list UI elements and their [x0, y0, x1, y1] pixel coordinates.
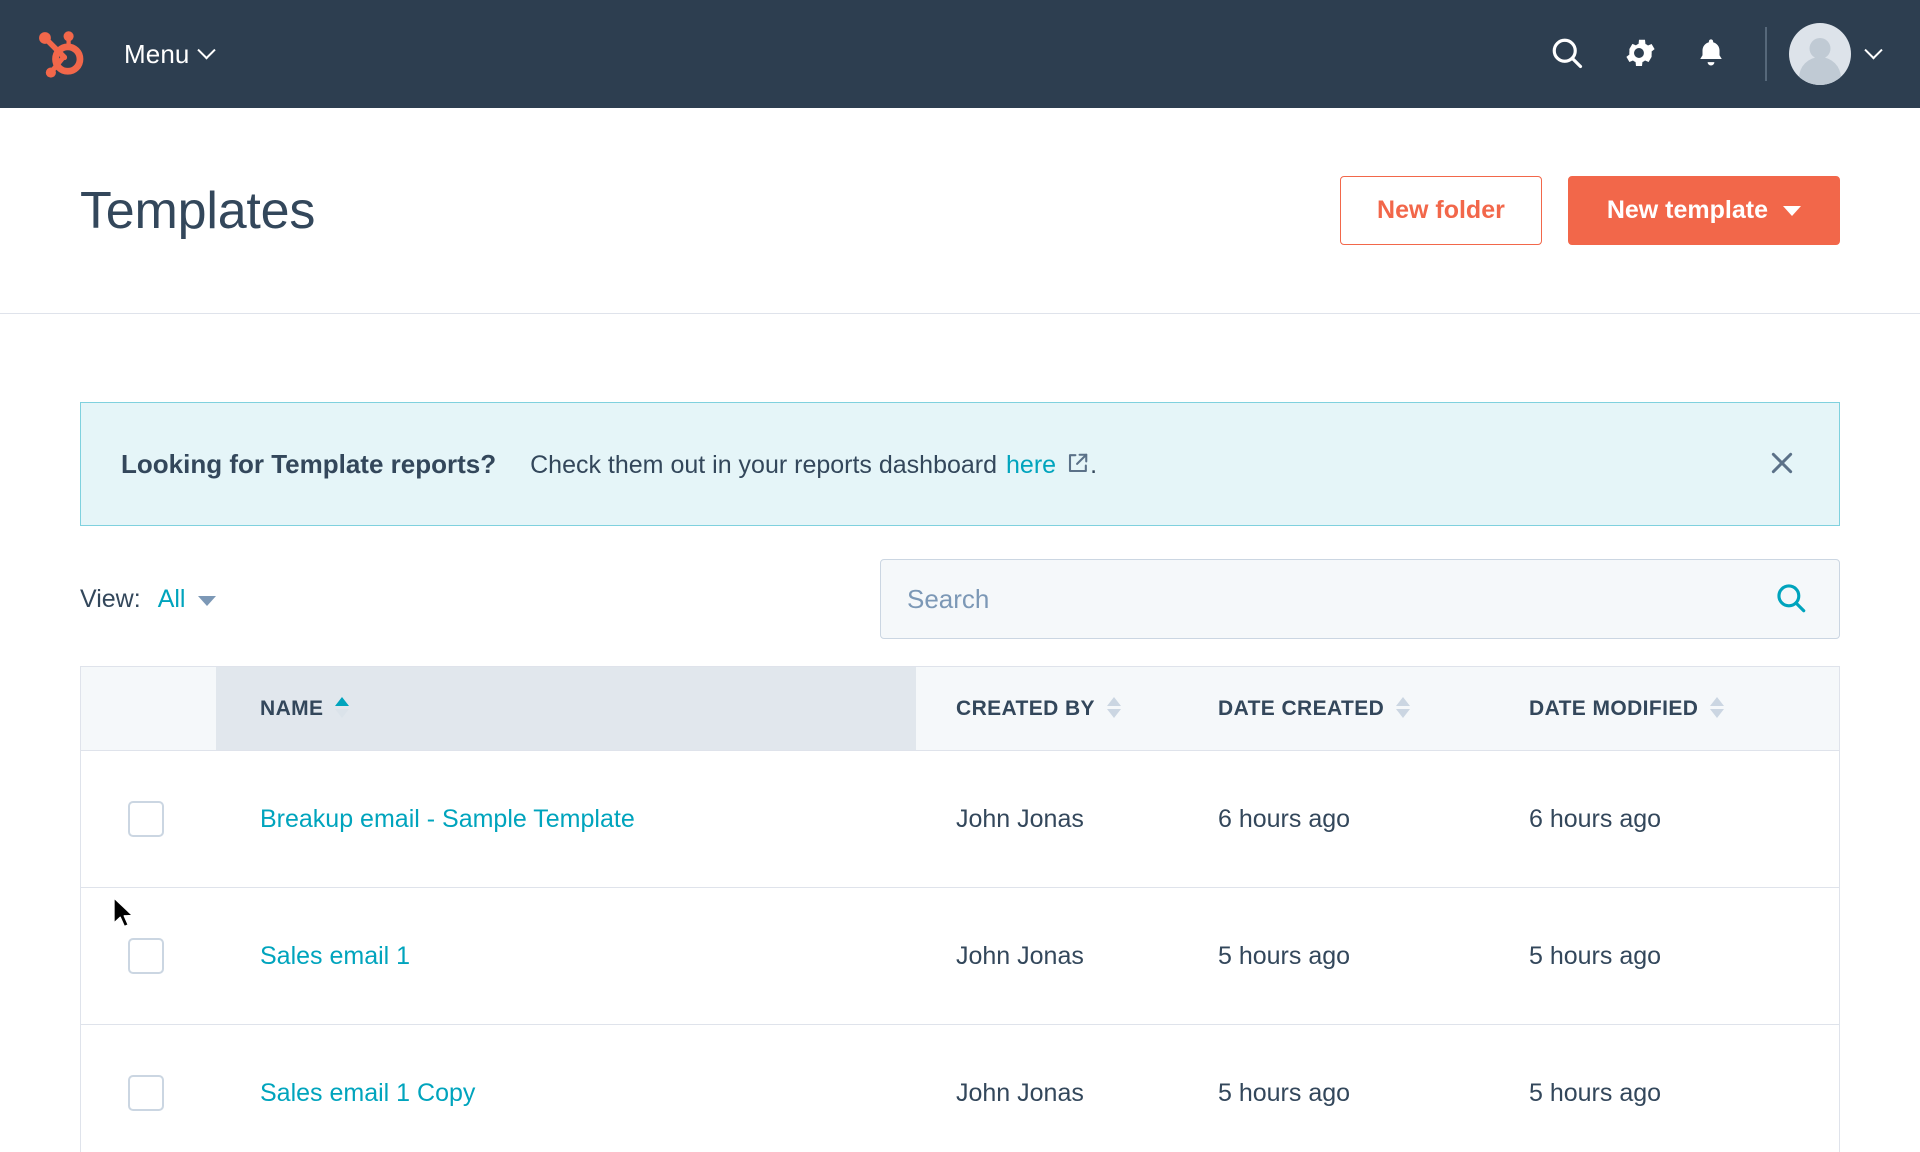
banner-close-button[interactable] [1759, 441, 1805, 487]
caret-down-icon [1783, 205, 1801, 216]
column-header-date-created[interactable]: DATE CREATED [1206, 667, 1511, 750]
table-row[interactable]: Breakup email - Sample Template John Jon… [81, 751, 1839, 888]
search-icon [1549, 35, 1585, 74]
view-filter: View: All [80, 584, 217, 614]
page-title: Templates [80, 181, 316, 240]
row-date-modified-cell: 6 hours ago [1529, 804, 1662, 833]
hubspot-sprocket-logo[interactable] [30, 23, 92, 85]
page-header: Templates New folder New template [0, 108, 1920, 314]
sort-desc-icon [1710, 709, 1725, 718]
sort-asc-icon [335, 697, 350, 706]
close-icon [1766, 447, 1798, 482]
row-checkbox[interactable] [127, 801, 164, 837]
row-created-by-cell: John Jonas [956, 1078, 1084, 1107]
template-name-link[interactable]: Sales email 1 Copy [260, 1079, 475, 1108]
row-date-created-cell: 6 hours ago [1218, 804, 1351, 833]
column-label-date-modified: DATE MODIFIED [1529, 696, 1699, 720]
chevron-down-icon [1864, 40, 1883, 59]
sort-arrows-created-by[interactable] [1106, 697, 1121, 718]
table-header-row: NAME CREATED BY DATE CREATED DATE MODIFI… [81, 667, 1839, 751]
avatar [1789, 23, 1851, 85]
search-submit-button[interactable] [1769, 577, 1813, 621]
view-selected-value: All [157, 584, 186, 613]
column-header-name[interactable]: NAME [216, 667, 916, 750]
select-all-header [81, 667, 216, 750]
sort-asc-icon [1710, 697, 1725, 706]
view-label: View: [80, 584, 141, 613]
bell-icon [1694, 36, 1728, 73]
column-header-created-by[interactable]: CREATED BY [916, 667, 1206, 750]
caret-down-icon [198, 596, 217, 606]
filter-row: View: All [80, 558, 1840, 640]
column-header-date-modified[interactable]: DATE MODIFIED [1511, 667, 1839, 750]
gear-icon [1621, 35, 1657, 74]
row-name-cell: Sales email 1 [216, 942, 916, 971]
row-checkbox[interactable] [127, 938, 164, 974]
search-input[interactable] [907, 560, 1769, 638]
header-actions: New folder New template [1340, 176, 1840, 245]
new-template-label: New template [1606, 196, 1768, 224]
avatar-head [1809, 38, 1831, 59]
new-template-button[interactable]: New template [1567, 176, 1840, 245]
banner-trailing-text: . [1090, 451, 1098, 479]
banner-here-link[interactable]: here [1006, 451, 1056, 480]
sort-desc-icon [1396, 709, 1411, 718]
row-checkbox-cell [81, 801, 216, 837]
row-date-created-cell: 5 hours ago [1218, 941, 1351, 970]
external-link-icon [1065, 451, 1090, 483]
column-label-name: NAME [260, 696, 324, 720]
menu-dropdown-button[interactable]: Menu [120, 33, 217, 76]
row-date-modified-cell: 5 hours ago [1529, 1078, 1662, 1107]
avatar-body [1799, 57, 1841, 85]
sort-arrows-date-modified[interactable] [1710, 697, 1725, 718]
settings-gear-button[interactable] [1603, 18, 1675, 90]
template-name-link[interactable]: Breakup email - Sample Template [260, 805, 635, 834]
menu-label: Menu [124, 38, 190, 69]
row-created-by-cell: John Jonas [956, 941, 1084, 970]
row-date-modified-cell: 5 hours ago [1529, 941, 1662, 970]
banner-body: Check them out in your reports dashboard… [530, 448, 1097, 480]
template-reports-banner: Looking for Template reports? Check them… [80, 402, 1840, 526]
notifications-bell-button[interactable] [1675, 18, 1747, 90]
sort-asc-icon [1106, 697, 1121, 706]
nav-icon-group [1531, 18, 1884, 90]
sort-desc-icon [335, 709, 350, 718]
row-date-created-cell: 5 hours ago [1218, 1078, 1351, 1107]
row-name-cell: Sales email 1 Copy [216, 1079, 916, 1108]
templates-table: NAME CREATED BY DATE CREATED DATE MODIFI… [80, 666, 1840, 1152]
sort-desc-icon [1106, 709, 1121, 718]
row-name-cell: Breakup email - Sample Template [216, 805, 916, 834]
template-name-link[interactable]: Sales email 1 [260, 942, 410, 971]
row-checkbox-cell [81, 1075, 216, 1111]
search-icon [1774, 581, 1808, 618]
chevron-down-icon [197, 40, 217, 59]
search-icon-button[interactable] [1531, 18, 1603, 90]
main-content: Looking for Template reports? Check them… [0, 402, 1920, 1152]
table-row[interactable]: Sales email 1 Copy John Jonas 5 hours ag… [81, 1025, 1839, 1152]
row-checkbox[interactable] [127, 1075, 164, 1111]
sort-arrows-name[interactable] [335, 697, 350, 718]
search-bar [880, 559, 1840, 639]
banner-heading: Looking for Template reports? [121, 448, 497, 479]
nav-divider [1765, 27, 1767, 81]
sort-asc-icon [1396, 697, 1411, 706]
view-select-button[interactable]: All [158, 585, 217, 614]
row-created-by-cell: John Jonas [956, 804, 1084, 833]
new-folder-button[interactable]: New folder [1340, 176, 1542, 245]
row-checkbox-cell [81, 938, 216, 974]
column-label-date-created: DATE CREATED [1218, 696, 1385, 720]
top-navigation-bar: Menu [0, 0, 1920, 108]
column-label-created-by: CREATED BY [956, 696, 1095, 720]
banner-body-text: Check them out in your reports dashboard [530, 451, 998, 479]
sort-arrows-date-created[interactable] [1396, 697, 1411, 718]
account-menu-button[interactable] [1789, 23, 1884, 85]
table-row[interactable]: Sales email 1 John Jonas 5 hours ago 5 h… [81, 888, 1839, 1025]
